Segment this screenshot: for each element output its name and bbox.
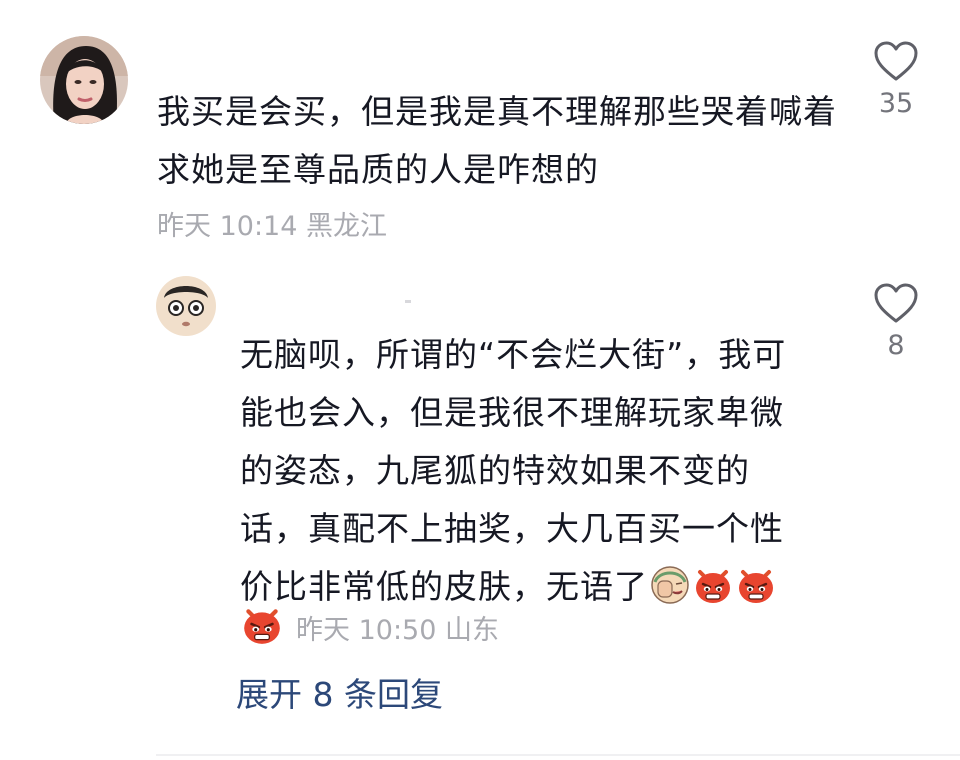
- angry-red-emoji-icon: [692, 564, 734, 606]
- heart-outline-icon: [874, 283, 918, 323]
- comment-text: 我买是会买，但是我是真不理解那些哭着喊着求她是至尊品质的人是咋想的: [157, 92, 837, 189]
- heart-outline-icon: [874, 41, 918, 81]
- comment-meta: 昨天 10:14 黑龙江: [157, 204, 387, 243]
- reply-like-count: 8: [887, 330, 905, 361]
- woman-portrait-avatar-icon: [40, 36, 128, 124]
- facepalm-emoji-icon: [649, 564, 691, 606]
- cartoon-face-avatar-icon: [156, 276, 216, 336]
- reply-text-block: 无脑呗，所谓的“不会烂大街”，我可能也会入，但是我很不理解玩家卑微的姿态，九尾狐…: [240, 326, 810, 616]
- comment-location: 黑龙江: [306, 211, 387, 242]
- angry-red-emoji-icon: [240, 603, 284, 647]
- expand-replies-button[interactable]: 展开 8 条回复: [236, 668, 443, 716]
- reply-username-placeholder: [405, 300, 411, 303]
- commenter-avatar[interactable]: [40, 36, 128, 124]
- reply-like-button[interactable]: 8: [856, 282, 936, 361]
- angry-red-emoji-icon: [735, 564, 777, 606]
- reply-location: 山东: [445, 615, 499, 646]
- reply-avatar[interactable]: [156, 276, 216, 336]
- reply-meta: 昨天 10:50 山东: [296, 608, 499, 647]
- comment-like-count: 35: [878, 88, 914, 119]
- divider: [156, 754, 960, 756]
- reply-time: 昨天 10:50: [296, 615, 437, 646]
- comment-time: 昨天 10:14: [157, 211, 298, 242]
- comment-like-button[interactable]: 35: [856, 40, 936, 119]
